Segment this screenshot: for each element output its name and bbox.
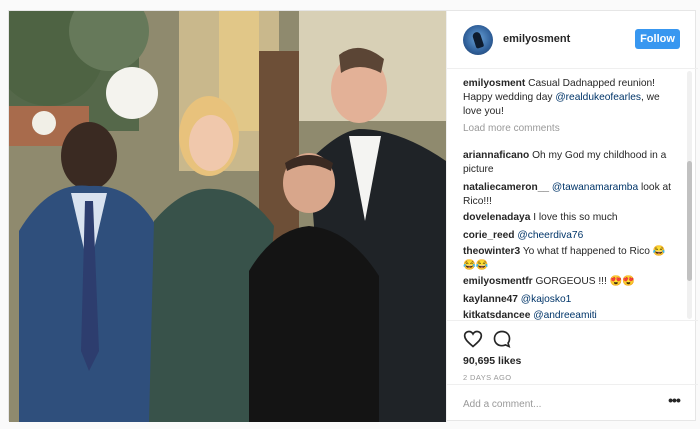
heart-icon[interactable]: [463, 329, 483, 349]
comment-username[interactable]: kaylanne47: [463, 294, 518, 305]
caption-username[interactable]: emilyosment: [463, 78, 525, 89]
scrollbar-thumb[interactable]: [687, 161, 692, 281]
caption-mention[interactable]: @realdukeofearles: [555, 92, 641, 103]
comment-mention[interactable]: @kajosko1: [521, 294, 572, 305]
comment-item: theowinter3 Yo what tf happened to Rico …: [463, 245, 677, 273]
follow-button[interactable]: Follow: [635, 29, 680, 49]
comment-username[interactable]: kitkatsdancee: [463, 310, 530, 320]
comment-mention[interactable]: @tawanamaramba: [552, 182, 638, 193]
post-header: emilyosment Follow: [447, 11, 698, 69]
comment-username[interactable]: nataliecameron__: [463, 182, 549, 193]
comment-username[interactable]: ariannaficano: [463, 150, 529, 161]
comment-item: kitkatsdancee @andreeamiti: [463, 309, 677, 320]
comment-text: GORGEOUS !!! 😍😍: [535, 276, 636, 287]
comment-icon[interactable]: [492, 329, 512, 349]
comment-mention[interactable]: @andreeamiti: [533, 310, 597, 320]
load-more-comments-link[interactable]: Load more comments: [463, 123, 560, 134]
avatar-figure: [471, 31, 485, 49]
photo-illustration: [9, 11, 446, 422]
comments-list[interactable]: emilyosment Casual Dadnapped reunion! Ha…: [447, 69, 698, 320]
comment-item: kaylanne47 @kajosko1: [463, 293, 677, 307]
post-frame: emilyosment Follow emilyosment Casual Da…: [8, 10, 698, 422]
comment-item: ariannaficano Oh my God my childhood in …: [463, 149, 677, 177]
comment-username[interactable]: dovelenadaya: [463, 212, 530, 223]
add-comment-bar: •••: [447, 384, 698, 422]
add-comment-input[interactable]: [463, 395, 653, 413]
comment-username[interactable]: corie_reed: [463, 230, 515, 241]
post-photo[interactable]: [9, 11, 446, 422]
comment-username[interactable]: theowinter3: [463, 246, 520, 257]
avatar[interactable]: [463, 25, 493, 55]
post-actions: 90,695 likes 2 DAYS AGO: [447, 320, 698, 384]
comment-item: nataliecameron__ @tawanamaramba look at …: [463, 181, 677, 209]
comment-username[interactable]: emilyosmentfr: [463, 276, 533, 287]
comment-mention[interactable]: @cheerdiva76: [517, 230, 583, 241]
comment-item: emilyosmentfr GORGEOUS !!! 😍😍: [463, 275, 677, 289]
caption: emilyosment Casual Dadnapped reunion! Ha…: [463, 77, 677, 119]
more-options-icon[interactable]: •••: [665, 393, 683, 413]
likes-count[interactable]: 90,695 likes: [463, 355, 521, 367]
comments-scrollbar[interactable]: [687, 71, 692, 319]
post-side-panel: emilyosment Follow emilyosment Casual Da…: [446, 11, 698, 422]
comment-text: I love this so much: [533, 212, 618, 223]
header-username[interactable]: emilyosment: [503, 33, 570, 45]
comment-item: dovelenadaya I love this so much: [463, 211, 677, 225]
comment-item: corie_reed @cheerdiva76: [463, 229, 677, 243]
post-timestamp[interactable]: 2 DAYS AGO: [463, 373, 511, 382]
